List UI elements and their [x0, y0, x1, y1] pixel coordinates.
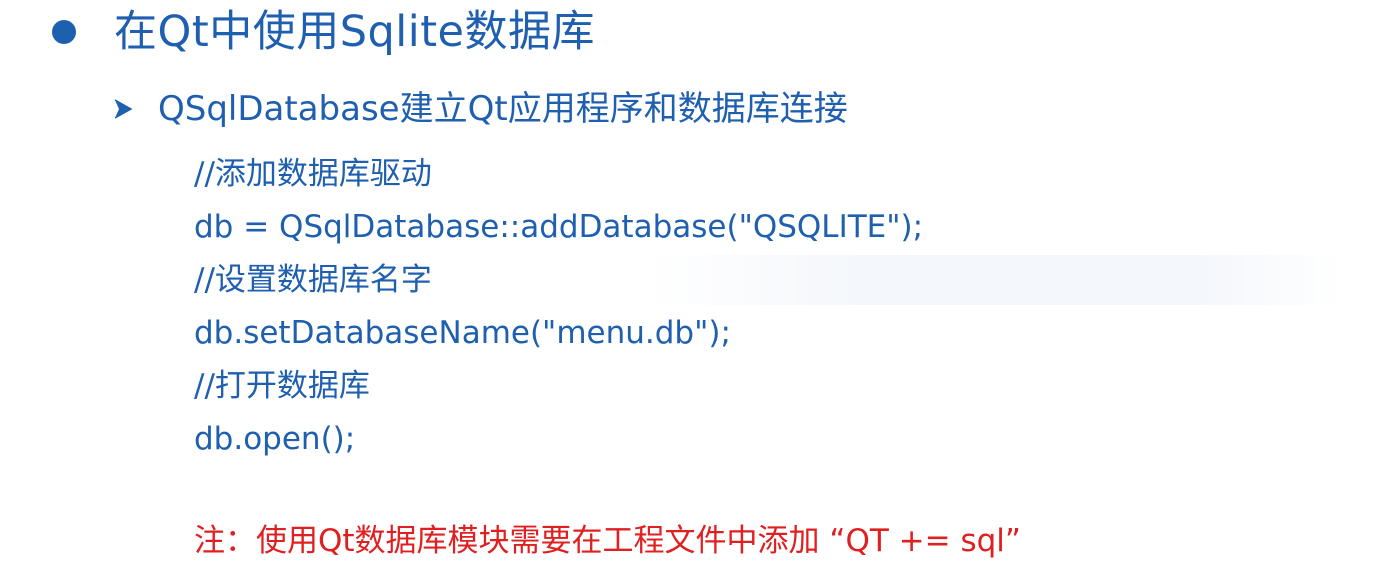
slide: 在Qt中使用Sqlite数据库 QSqlDatabase建立Qt应用程序和数据库…	[0, 0, 1398, 587]
subtitle: QSqlDatabase建立Qt应用程序和数据库连接	[158, 89, 848, 129]
code-add-database: db = QSqlDatabase::addDatabase("QSQLITE"…	[194, 209, 924, 245]
code-set-database-name: db.setDatabaseName("menu.db");	[194, 315, 731, 351]
title-row: 在Qt中使用Sqlite数据库	[48, 2, 595, 62]
bullet-icon	[52, 20, 76, 44]
code-comment-set-name: //设置数据库名字	[194, 262, 432, 298]
code-comment-open: //打开数据库	[194, 368, 370, 404]
arrow-bullet-icon	[112, 98, 134, 120]
slide-title: 在Qt中使用Sqlite数据库	[114, 6, 596, 57]
code-block: //添加数据库驱动 db = QSqlDatabase::addDatabase…	[194, 148, 1294, 466]
subtitle-row: QSqlDatabase建立Qt应用程序和数据库连接	[112, 86, 848, 132]
code-comment-add-driver: //添加数据库驱动	[194, 156, 432, 192]
code-open: db.open();	[194, 421, 356, 457]
note-text: 注：使用Qt数据库模块需要在工程文件中添加 “QT += sql”	[194, 523, 1021, 559]
